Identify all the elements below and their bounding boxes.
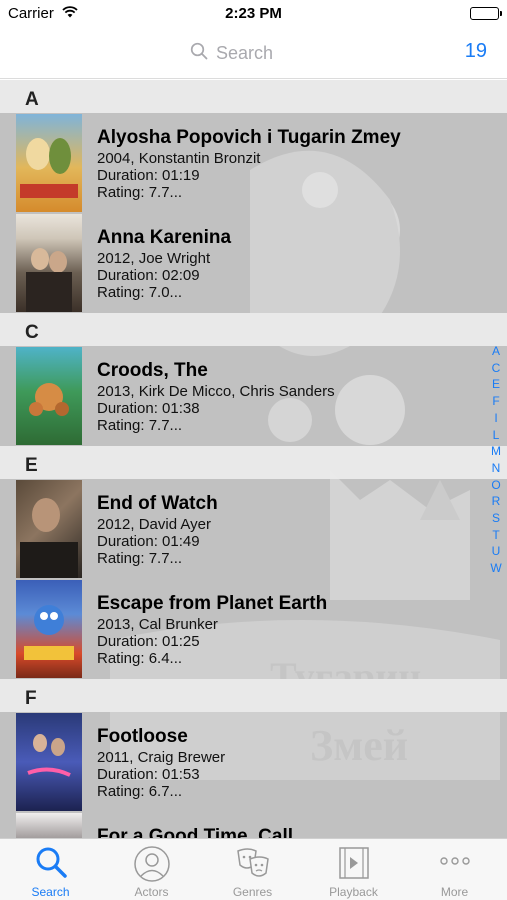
index-letter[interactable]: O [489, 477, 503, 494]
movie-row[interactable]: For a Good Time, Call... [0, 812, 507, 838]
index-letter[interactable]: I [489, 410, 503, 427]
genres-icon [234, 845, 272, 888]
movie-title: End of Watch [97, 493, 218, 514]
section-header-a: A [0, 80, 507, 113]
clock: 2:23 PM [225, 5, 282, 22]
index-letter[interactable]: W [489, 560, 503, 577]
section-index[interactable]: A C E F I L M N O R S T U W [489, 343, 503, 577]
search-placeholder: Search [216, 42, 274, 63]
index-letter[interactable]: T [489, 527, 503, 544]
index-letter[interactable]: U [489, 543, 503, 560]
movie-duration: Duration: 01:25 [97, 633, 200, 650]
movie-title: Footloose [97, 726, 188, 747]
movie-poster [16, 114, 82, 212]
movie-duration: Duration: 01:19 [97, 167, 200, 184]
index-letter[interactable]: S [489, 510, 503, 527]
section-header-f: F [0, 679, 507, 712]
movie-row[interactable]: Alyosha Popovich i Tugarin Zmey 2004, Ko… [0, 113, 507, 213]
movie-year-director: 2013, Cal Brunker [97, 616, 218, 633]
movie-row[interactable]: Anna Karenina 2012, Joe Wright Duration:… [0, 213, 507, 313]
movie-row[interactable]: End of Watch 2012, David Ayer Duration: … [0, 479, 507, 579]
movie-title: Anna Karenina [97, 227, 232, 248]
movie-duration: Duration: 01:53 [97, 766, 200, 783]
movie-title: For a Good Time, Call... [97, 826, 309, 838]
tab-actors[interactable]: Actors [101, 839, 202, 900]
results-count[interactable]: 19 [465, 40, 487, 63]
tab-label: Playback [329, 885, 378, 899]
tab-bar: Search Actors Genres Playback More [0, 838, 507, 900]
search-icon [34, 845, 68, 884]
movie-poster [16, 214, 82, 312]
movie-poster [16, 480, 82, 578]
index-letter[interactable]: A [489, 343, 503, 360]
tab-more[interactable]: More [404, 839, 505, 900]
more-icon [439, 853, 471, 871]
movie-duration: Duration: 02:09 [97, 267, 200, 284]
movie-year-director: 2012, David Ayer [97, 516, 211, 533]
actors-icon [133, 845, 171, 888]
section-header-e: E [0, 446, 507, 479]
movie-poster [16, 713, 82, 811]
movie-row[interactable]: Footloose 2011, Craig Brewer Duration: 0… [0, 712, 507, 812]
index-letter[interactable]: N [489, 460, 503, 477]
movie-year-director: 2011, Craig Brewer [97, 749, 226, 766]
movie-row[interactable]: Escape from Planet Earth 2013, Cal Brunk… [0, 579, 507, 679]
tab-genres[interactable]: Genres [202, 839, 303, 900]
tab-label: Genres [232, 885, 273, 899]
movie-title: Escape from Planet Earth [97, 593, 328, 614]
index-letter[interactable]: F [489, 393, 503, 410]
movie-poster [16, 580, 82, 678]
index-letter[interactable]: R [489, 493, 503, 510]
movie-duration: Duration: 01:49 [97, 533, 200, 550]
movie-rating: Rating: 7.7... [97, 550, 183, 567]
search-field[interactable]: Search [190, 40, 273, 66]
movie-duration: Duration: 01:38 [97, 400, 200, 417]
movie-title: Croods, The [97, 360, 208, 381]
search-icon [190, 42, 208, 65]
movie-rating: Rating: 7.7... [97, 417, 183, 434]
movie-list[interactable]: Тугарин Змей A Alyosha Popovich i Tugari… [0, 80, 507, 838]
battery-icon [470, 7, 502, 20]
index-letter[interactable]: L [489, 427, 503, 444]
movie-poster [16, 347, 82, 445]
index-letter[interactable]: M [489, 443, 503, 460]
movie-year-director: 2012, Joe Wright [97, 250, 211, 267]
index-letter[interactable]: E [489, 376, 503, 393]
tab-search[interactable]: Search [0, 839, 101, 900]
movie-year-director: 2004, Konstantin Bronzit [97, 150, 261, 167]
tab-label: Search [31, 885, 70, 899]
movie-rating: Rating: 7.0... [97, 284, 183, 301]
playback-icon [337, 845, 371, 886]
movie-poster [16, 813, 82, 838]
navigation-bar: Search 19 [0, 28, 507, 79]
tab-playback[interactable]: Playback [303, 839, 404, 900]
section-header-c: C [0, 313, 507, 346]
movie-rating: Rating: 6.4... [97, 650, 183, 667]
movie-year-director: 2013, Kirk De Micco, Chris Sanders [97, 383, 335, 400]
movie-rating: Rating: 7.7... [97, 184, 183, 201]
status-bar: Carrier 2:23 PM [0, 0, 507, 28]
index-letter[interactable]: C [489, 360, 503, 377]
movie-row[interactable]: Croods, The 2013, Kirk De Micco, Chris S… [0, 346, 507, 446]
tab-label: Actors [134, 885, 169, 899]
movie-rating: Rating: 6.7... [97, 783, 183, 800]
movie-title: Alyosha Popovich i Tugarin Zmey [97, 127, 401, 148]
tab-label: More [440, 885, 469, 899]
